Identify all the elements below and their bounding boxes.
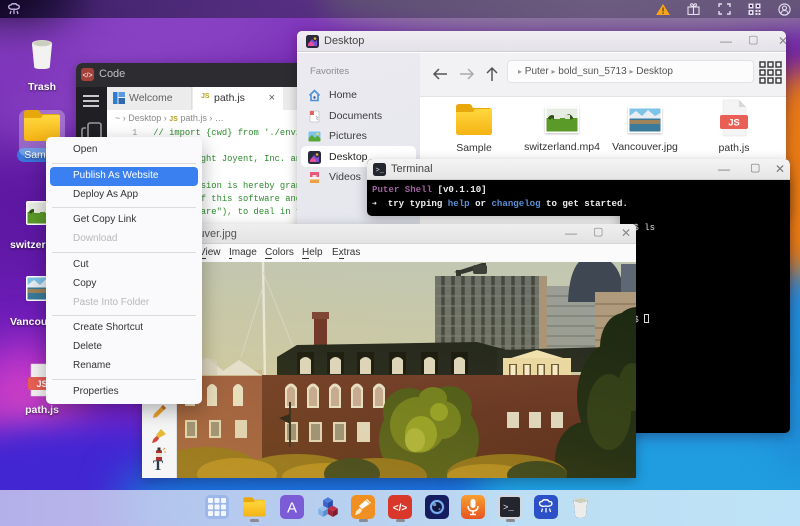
svg-text:</>: </> xyxy=(82,73,92,80)
svg-text:JS: JS xyxy=(728,118,740,129)
svg-text:</>: </> xyxy=(393,503,408,514)
svg-text:>_: >_ xyxy=(376,167,385,175)
svg-text:A: A xyxy=(287,500,297,517)
svg-text:>_: >_ xyxy=(503,503,514,513)
